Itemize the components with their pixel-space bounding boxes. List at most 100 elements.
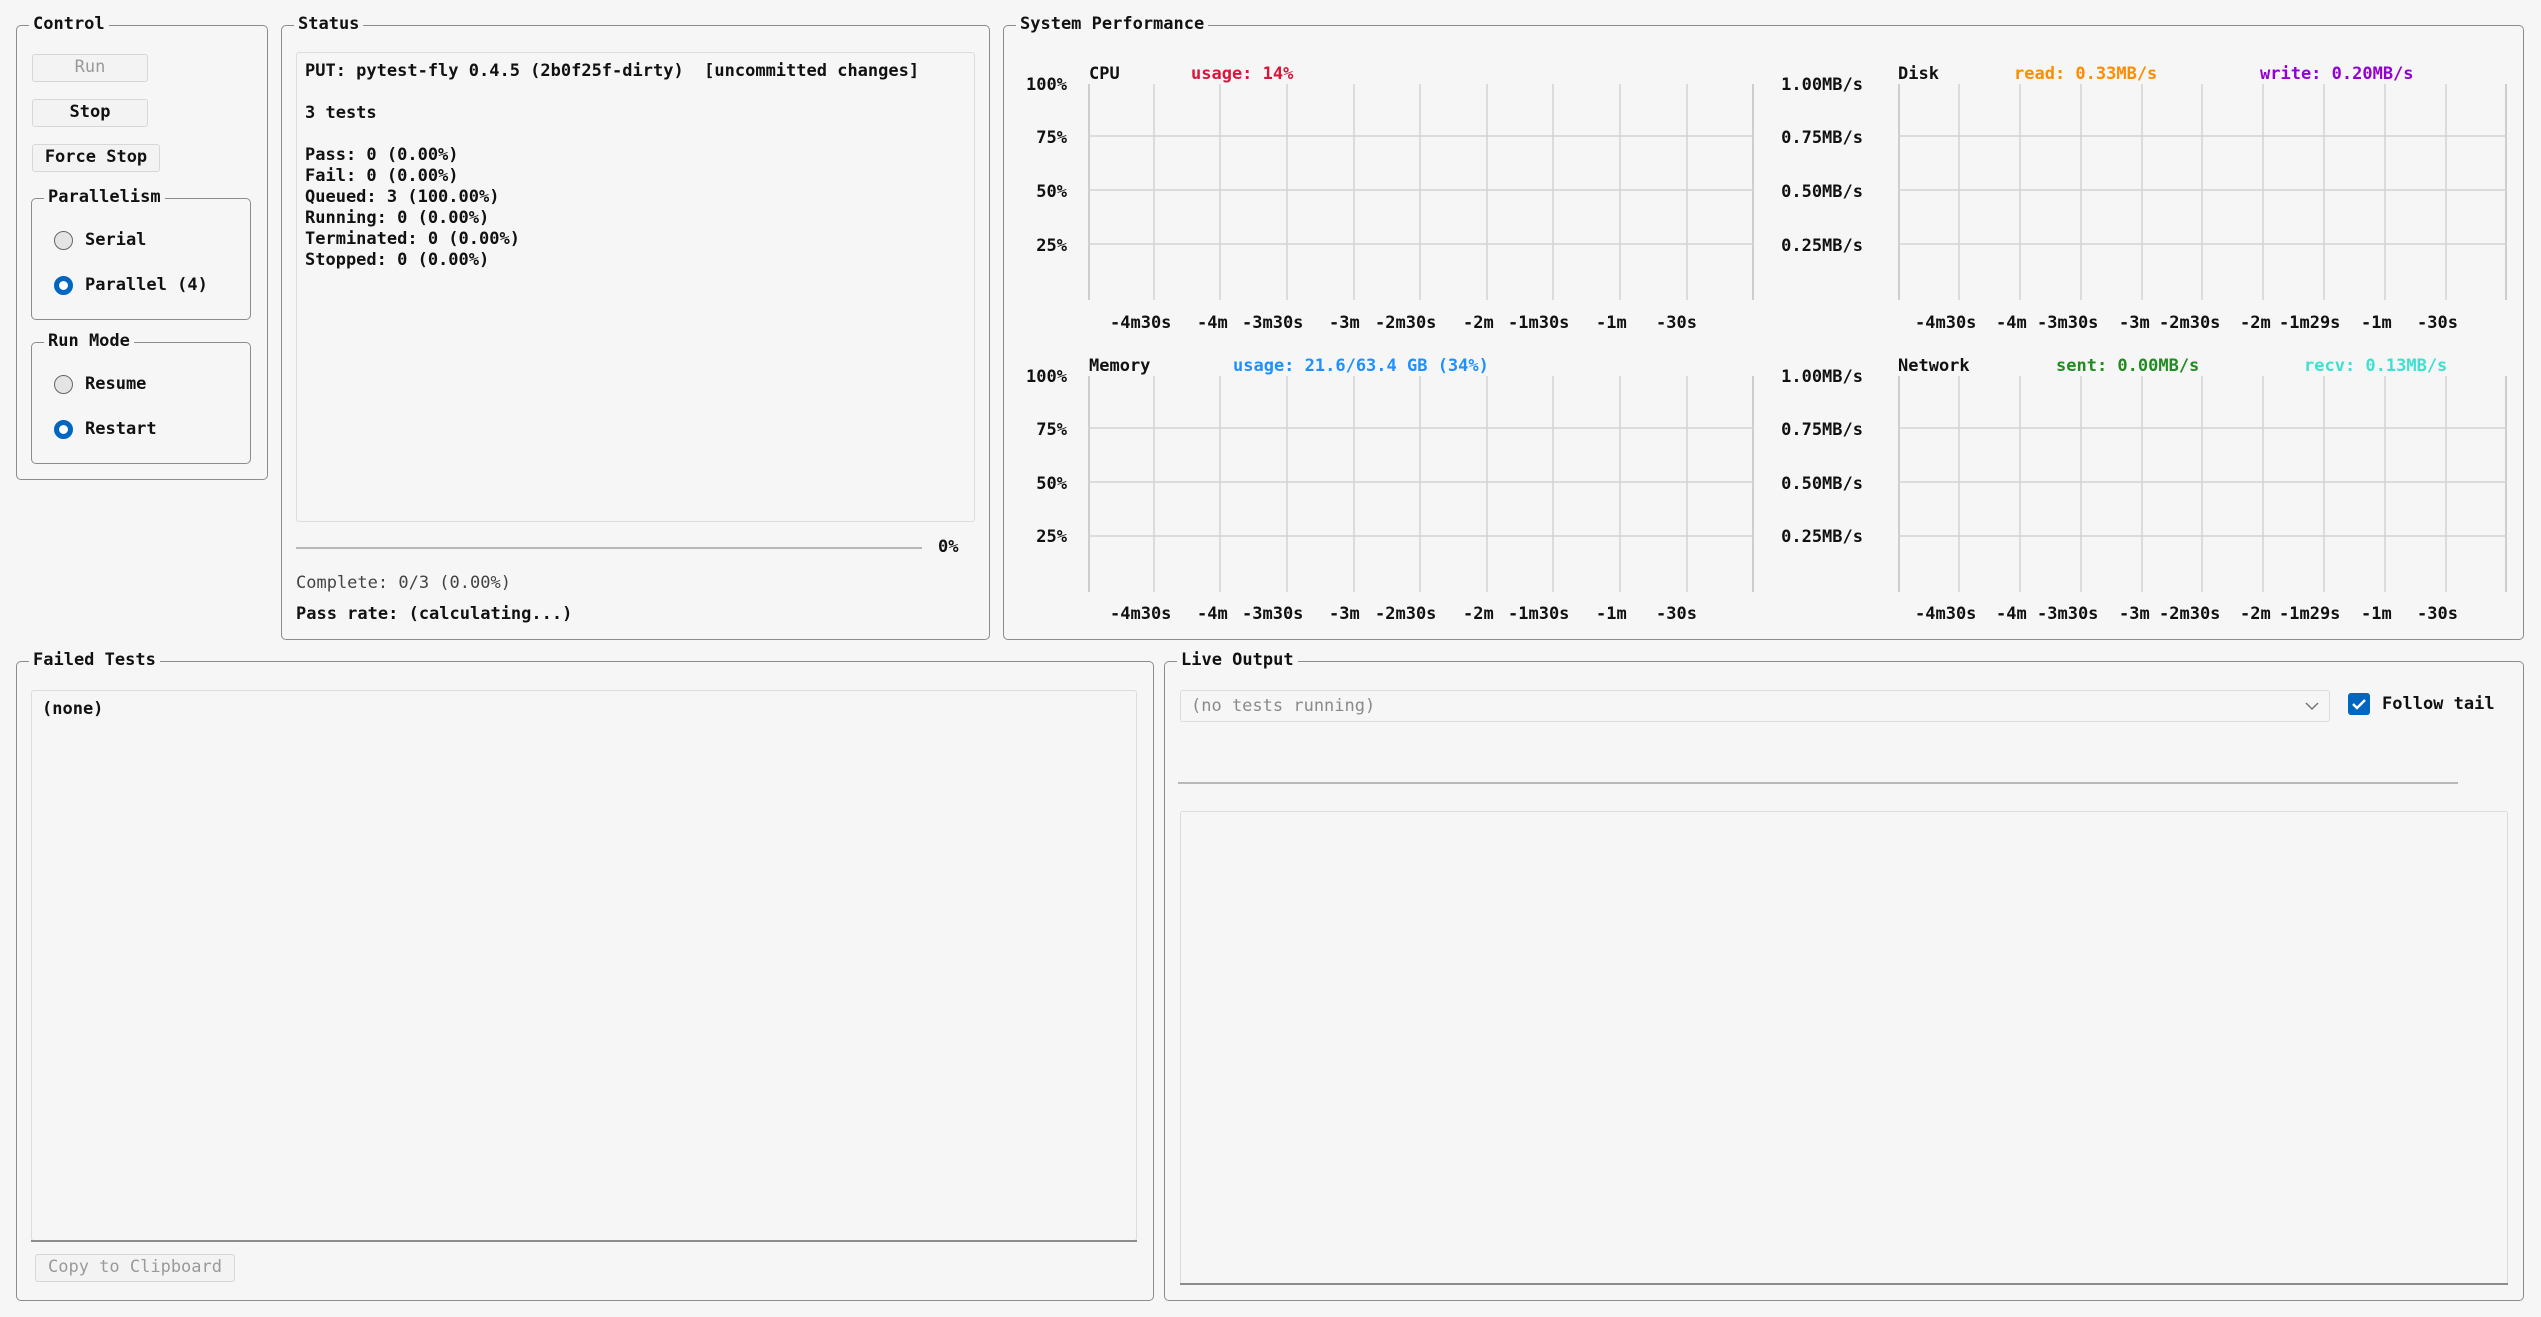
restart-radio[interactable]: Restart: [54, 415, 157, 443]
cpu-x-tick: -1m: [1596, 313, 1627, 333]
disk-x-tick: -4m30s: [1915, 313, 1977, 333]
memory-y-tick: 100%: [1026, 367, 1067, 387]
live-output-title: Live Output: [1177, 649, 1298, 671]
cpu-x-tick: -1m30s: [1508, 313, 1570, 333]
resume-radio[interactable]: Resume: [54, 370, 146, 398]
run-button[interactable]: Run: [32, 54, 148, 82]
copy-to-clipboard-button[interactable]: Copy to Clipboard: [35, 1254, 235, 1282]
disk-x-tick: -2m: [2240, 313, 2271, 333]
disk-y-tick: 0.50MB/s: [1781, 182, 1863, 202]
run-mode-group: Run Mode: [31, 330, 251, 464]
tests-count: 3 tests: [305, 103, 377, 123]
network-y-tick: 0.50MB/s: [1781, 474, 1863, 494]
memory-x-tick: -4m30s: [1110, 604, 1172, 624]
cpu-y-tick: 25%: [1036, 236, 1067, 256]
cpu-x-tick: -4m: [1197, 313, 1228, 333]
network-x-tick: -30s: [2417, 604, 2458, 624]
memory-x-tick: -1m30s: [1508, 604, 1570, 624]
restart-radio-label: Restart: [85, 419, 157, 439]
status-text-panel[interactable]: PUT: pytest-fly 0.4.5 (2b0f25f-dirty) [u…: [296, 52, 975, 522]
serial-radio-label: Serial: [85, 230, 147, 250]
queued-count: Queued: 3 (100.00%): [305, 187, 500, 207]
network-x-tick: -1m: [2361, 604, 2392, 624]
cpu-plot-area: [1088, 84, 1754, 300]
progress-bar: [296, 547, 922, 549]
parallel-radio[interactable]: Parallel (4): [54, 271, 208, 299]
parallelism-group: Parallelism: [31, 186, 251, 320]
test-select-value: (no tests running): [1191, 696, 1376, 716]
parallel-radio-indicator[interactable]: [54, 275, 73, 295]
running-count: Running: 0 (0.00%): [305, 208, 490, 228]
resume-radio-label: Resume: [85, 374, 147, 394]
disk-plot-title: Disk: [1898, 64, 1939, 84]
network-y-tick: 1.00MB/s: [1781, 367, 1863, 387]
cpu-y-tick: 50%: [1036, 182, 1067, 202]
memory-usage-value: usage: 21.6/63.4 GB (34%): [1233, 356, 1489, 376]
stopped-count: Stopped: 0 (0.00%): [305, 250, 490, 270]
chevron-down-icon: [2305, 702, 2319, 711]
follow-tail-checkbox[interactable]: Follow tail: [2348, 693, 2495, 715]
serial-radio[interactable]: Serial: [54, 226, 146, 254]
failed-tests-underline: [31, 1240, 1137, 1242]
cpu-plot-title: CPU: [1089, 64, 1120, 84]
disk-plot-area: [1898, 84, 2507, 300]
cpu-y-tick: 75%: [1036, 128, 1067, 148]
checkmark-icon[interactable]: [2348, 693, 2370, 715]
fail-count: Fail: 0 (0.00%): [305, 166, 459, 186]
restart-radio-indicator[interactable]: [54, 419, 73, 439]
network-y-tick: 0.75MB/s: [1781, 420, 1863, 440]
follow-tail-label: Follow tail: [2382, 694, 2495, 714]
cpu-usage-value: usage: 14%: [1191, 64, 1294, 84]
complete-text: Complete: 0/3 (0.00%): [296, 573, 511, 593]
cpu-x-tick: -2m30s: [1375, 313, 1437, 333]
disk-y-tick: 1.00MB/s: [1781, 75, 1863, 95]
parallelism-title: Parallelism: [44, 186, 165, 208]
failed-tests-content: (none): [42, 699, 104, 719]
network-x-tick: -2m30s: [2159, 604, 2221, 624]
memory-y-tick: 50%: [1036, 474, 1067, 494]
memory-y-tick: 25%: [1036, 527, 1067, 547]
live-output-status-line: [1178, 782, 2458, 784]
test-select-dropdown[interactable]: (no tests running): [1180, 690, 2330, 722]
failed-tests-title: Failed Tests: [29, 649, 160, 671]
memory-x-tick: -2m: [1463, 604, 1494, 624]
pass-rate-text: Pass rate: (calculating...): [296, 604, 573, 624]
disk-x-tick: -1m: [2361, 313, 2392, 333]
live-output-text-area[interactable]: [1180, 811, 2508, 1285]
cpu-y-tick: 100%: [1026, 75, 1067, 95]
resume-radio-indicator[interactable]: [54, 374, 73, 394]
failed-tests-list[interactable]: (none): [31, 690, 1137, 1241]
network-x-tick: -1m29s: [2279, 604, 2341, 624]
disk-x-tick: -2m30s: [2159, 313, 2221, 333]
disk-x-tick: -1m29s: [2279, 313, 2341, 333]
network-recv-value: recv: 0.13MB/s: [2304, 356, 2448, 376]
network-x-tick: -2m: [2240, 604, 2271, 624]
network-sent-value: sent: 0.00MB/s: [2056, 356, 2200, 376]
disk-x-tick: -3m30s: [2037, 313, 2099, 333]
memory-y-tick: 75%: [1036, 420, 1067, 440]
serial-radio-indicator[interactable]: [54, 230, 73, 250]
memory-plot-title: Memory: [1089, 356, 1151, 376]
force-stop-button[interactable]: Force Stop: [32, 144, 160, 172]
disk-y-tick: 0.25MB/s: [1781, 236, 1863, 256]
memory-plot-area: [1088, 376, 1754, 592]
cpu-x-tick: -4m30s: [1110, 313, 1172, 333]
stop-button[interactable]: Stop: [32, 99, 148, 127]
live-output-underline: [1180, 1283, 2508, 1285]
network-x-tick: -3m: [2119, 604, 2150, 624]
network-plot-area: [1898, 376, 2507, 592]
terminated-count: Terminated: 0 (0.00%): [305, 229, 520, 249]
memory-x-tick: -2m30s: [1375, 604, 1437, 624]
disk-x-tick: -3m: [2119, 313, 2150, 333]
pass-count: Pass: 0 (0.00%): [305, 145, 459, 165]
disk-read-value: read: 0.33MB/s: [2014, 64, 2158, 84]
cpu-x-tick: -30s: [1656, 313, 1697, 333]
network-plot-title: Network: [1898, 356, 1970, 376]
network-x-tick: -3m30s: [2037, 604, 2099, 624]
memory-x-tick: -4m: [1197, 604, 1228, 624]
memory-x-tick: -1m: [1596, 604, 1627, 624]
run-mode-title: Run Mode: [44, 330, 134, 352]
network-y-tick: 0.25MB/s: [1781, 527, 1863, 547]
disk-x-tick: -30s: [2417, 313, 2458, 333]
disk-y-tick: 0.75MB/s: [1781, 128, 1863, 148]
